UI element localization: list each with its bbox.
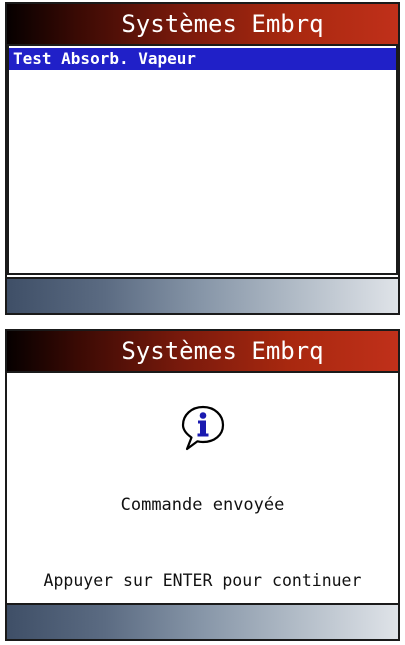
screen-title: Systèmes Embrq bbox=[7, 331, 398, 371]
status-bar bbox=[7, 603, 398, 639]
menu-screen: Systèmes Embrq Test Absorb. Vapeur bbox=[5, 2, 400, 315]
screen-title: Systèmes Embrq bbox=[7, 4, 398, 44]
status-bar bbox=[7, 277, 398, 313]
message-text: Commande envoyée bbox=[120, 495, 285, 515]
info-icon bbox=[181, 405, 224, 451]
message-area: Commande envoyée Appuyer sur ENTER pour … bbox=[7, 373, 398, 603]
message-screen: Systèmes Embrq Commande envoyée Appuyer … bbox=[5, 329, 400, 641]
list-item-test-absorb-vapeur[interactable]: Test Absorb. Vapeur bbox=[9, 48, 396, 70]
menu-list: Test Absorb. Vapeur bbox=[7, 46, 398, 275]
instruction-text: Appuyer sur ENTER pour continuer bbox=[43, 571, 362, 590]
